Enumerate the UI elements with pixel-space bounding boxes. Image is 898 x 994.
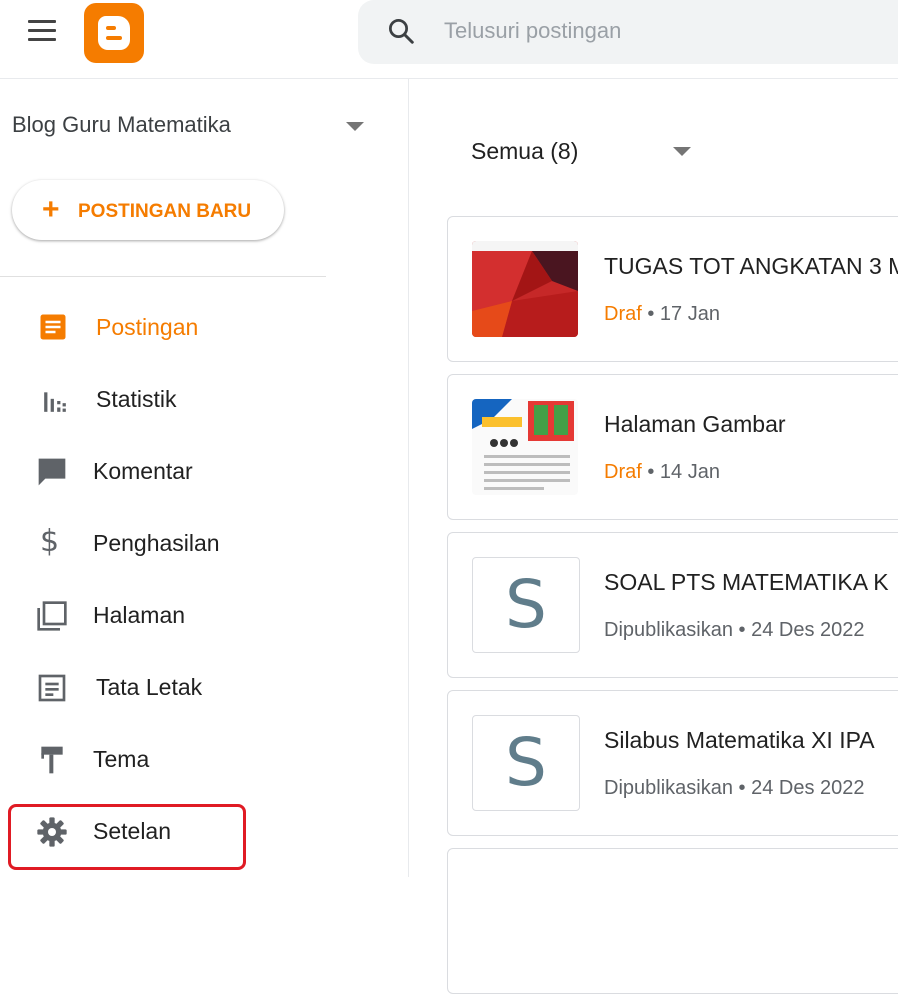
layout-icon	[38, 674, 66, 702]
post-date: 17 Jan	[659, 303, 720, 325]
meta-separator: •	[732, 777, 752, 799]
post-thumbnail: S	[472, 715, 580, 811]
post-card[interactable]: S SOAL PTS MATEMATIKA K Dipublikasikan •…	[447, 532, 898, 678]
sidebar-item-label: Statistik	[96, 386, 177, 412]
thumbnail-letter: S	[505, 724, 547, 801]
sidebar-item-label: Tema	[93, 746, 150, 772]
meta-separator: •	[641, 303, 660, 325]
post-date: 24 Des 2022	[751, 777, 865, 799]
sidebar-item-label: Tata Letak	[96, 674, 203, 700]
sidebar-divider	[0, 276, 326, 277]
search-icon[interactable]	[386, 16, 416, 46]
post-thumbnail	[472, 241, 578, 337]
blog-selector-caret-icon[interactable]	[346, 122, 364, 131]
main-content: Semua (8) TUGAS TOT ANGKATAN 3 M Draf • …	[409, 78, 898, 994]
meta-separator: •	[732, 619, 752, 641]
sidebar-item-statistik[interactable]: Statistik	[0, 368, 408, 428]
sidebar-item-halaman[interactable]: Halaman	[0, 584, 408, 644]
sidebar-item-tata-letak[interactable]: Tata Letak	[0, 656, 408, 716]
post-card[interactable]	[447, 848, 898, 994]
post-status: Dipublikasikan	[604, 619, 733, 641]
post-card[interactable]: S Silabus Matematika XI IPA Dipublikasik…	[447, 690, 898, 836]
post-filter-dropdown[interactable]: Semua (8)	[471, 138, 578, 165]
sidebar-item-komentar[interactable]: Komentar	[0, 440, 408, 500]
new-post-button[interactable]: + POSTINGAN BARU	[12, 180, 284, 240]
sidebar: Blog Guru Matematika + POSTINGAN BARU Po…	[0, 78, 409, 877]
sidebar-item-label: Komentar	[93, 458, 193, 484]
post-meta: Dipublikasikan • 24 Des 2022	[604, 619, 865, 642]
post-card[interactable]: Halaman Gambar Draf • 14 Jan	[447, 374, 898, 520]
sidebar-item-label: Halaman	[93, 602, 186, 628]
post-title[interactable]: Halaman Gambar	[604, 411, 786, 438]
annotation-highlight	[8, 804, 246, 870]
post-thumbnail: S	[472, 557, 580, 653]
post-title[interactable]: TUGAS TOT ANGKATAN 3 M	[604, 253, 898, 280]
sidebar-item-label: Penghasilan	[93, 530, 220, 556]
sidebar-item-label: Postingan	[96, 314, 199, 340]
chevron-down-icon[interactable]	[673, 147, 691, 156]
post-card[interactable]: TUGAS TOT ANGKATAN 3 M Draf • 17 Jan	[447, 216, 898, 362]
blog-selector[interactable]: Blog Guru Matematika	[12, 112, 231, 138]
menu-icon[interactable]	[28, 20, 56, 42]
stats-icon	[44, 392, 66, 412]
sidebar-item-tema[interactable]: Tema	[0, 728, 408, 788]
top-bar: Telusuri postingan	[0, 0, 898, 79]
pages-icon	[37, 601, 67, 631]
blogger-logo[interactable]	[84, 3, 144, 63]
post-status: Draf	[604, 303, 642, 325]
sidebar-item-postingan[interactable]: Postingan	[0, 296, 408, 356]
post-meta: Dipublikasikan • 24 Des 2022	[604, 777, 865, 800]
post-title[interactable]: Silabus Matematika XI IPA	[604, 727, 875, 754]
post-date: 24 Des 2022	[751, 619, 865, 641]
comment-icon	[38, 458, 66, 486]
dollar-icon: $	[40, 524, 60, 559]
thumbnail-letter: S	[505, 566, 547, 643]
sidebar-item-penghasilan[interactable]: $ Penghasilan	[0, 512, 408, 572]
meta-separator: •	[641, 461, 660, 483]
post-meta: Draf • 14 Jan	[604, 461, 720, 484]
posts-icon	[40, 314, 66, 340]
plus-icon: +	[42, 193, 60, 226]
post-date: 14 Jan	[659, 461, 720, 483]
search-input[interactable]: Telusuri postingan	[444, 18, 621, 44]
post-status: Dipublikasikan	[604, 777, 733, 799]
new-post-label: POSTINGAN BARU	[78, 201, 252, 222]
post-thumbnail	[472, 399, 578, 495]
search-bar[interactable]: Telusuri postingan	[358, 0, 898, 64]
paint-roller-icon	[41, 746, 63, 774]
post-meta: Draf • 17 Jan	[604, 303, 720, 326]
post-status: Draf	[604, 461, 642, 483]
post-title[interactable]: SOAL PTS MATEMATIKA K	[604, 569, 889, 596]
